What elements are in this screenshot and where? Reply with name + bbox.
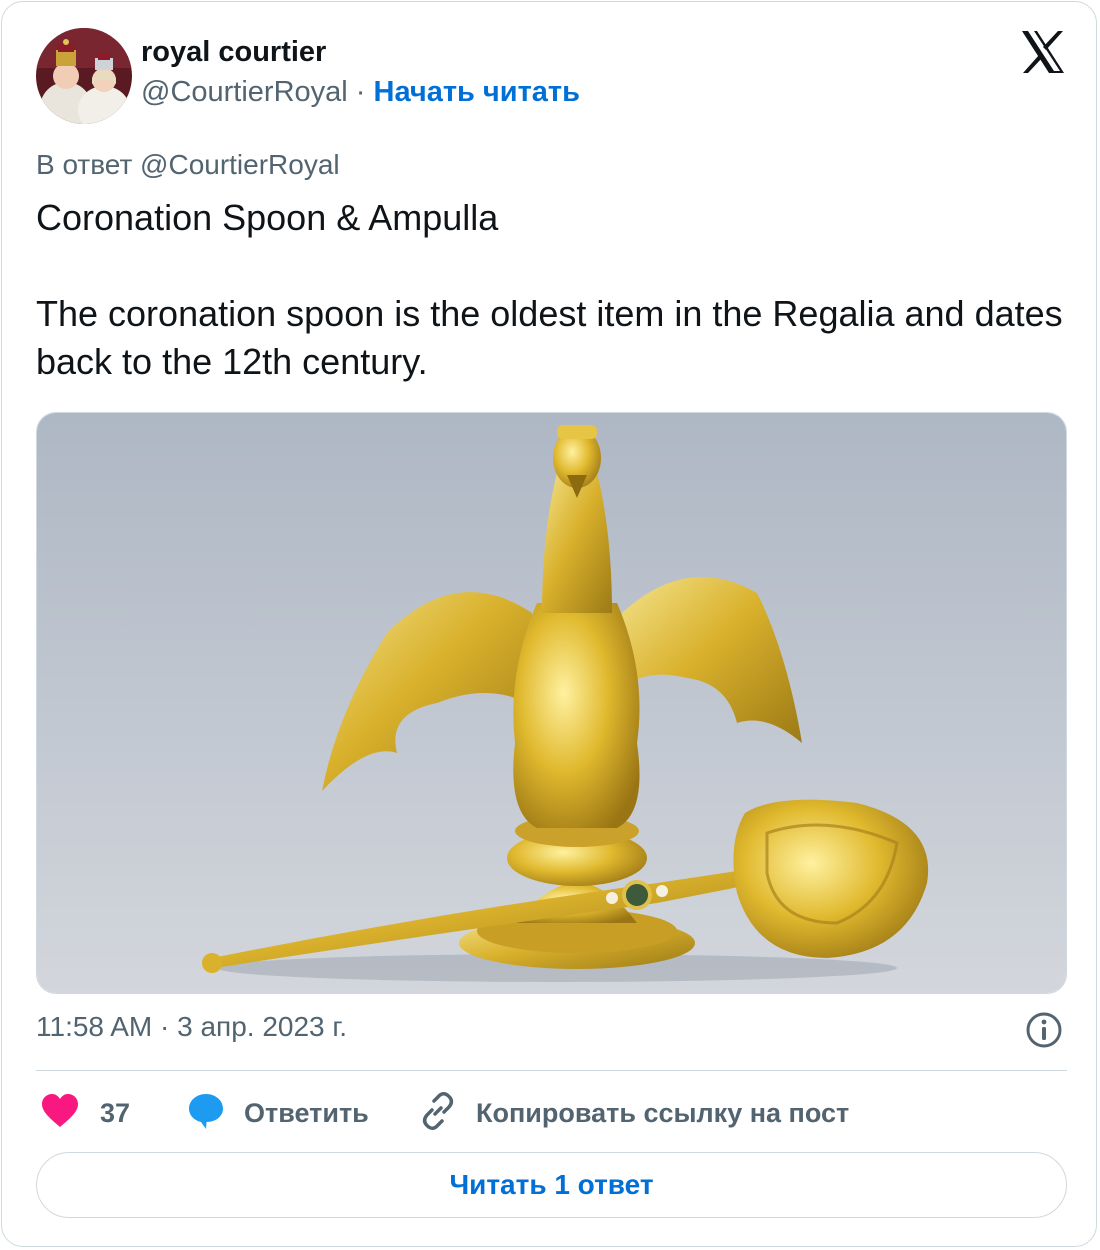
heart-icon — [40, 1093, 80, 1134]
link-icon — [418, 1091, 458, 1136]
follow-button[interactable]: Начать читать — [374, 76, 580, 108]
separator-dot: · — [355, 76, 366, 108]
author-handle-row: @CourtierRoyal · Начать читать — [141, 76, 580, 109]
tweet-text: Coronation Spoon & Ampulla The coronatio… — [36, 194, 1076, 386]
info-icon[interactable] — [1024, 1010, 1064, 1050]
reply-button[interactable]: Ответить — [186, 1088, 369, 1138]
avatar[interactable] — [36, 28, 132, 124]
tweet-card: royal courtier @CourtierRoyal · Начать ч… — [1, 1, 1097, 1247]
x-logo-icon[interactable] — [1020, 30, 1066, 74]
reply-to-label[interactable]: В ответ @CourtierRoyal — [36, 149, 340, 181]
read-replies-button[interactable]: Читать 1 ответ — [36, 1152, 1067, 1218]
copy-link-button[interactable]: Копировать ссылку на пост — [418, 1088, 849, 1138]
speech-bubble-icon — [186, 1091, 226, 1136]
timestamp-link[interactable]: 11:58 AM · 3 апр. 2023 г. — [36, 1011, 347, 1043]
author-handle[interactable]: @CourtierRoyal — [141, 76, 348, 108]
tweet-title-line: Coronation Spoon & Ampulla — [36, 197, 499, 238]
like-button[interactable]: 37 — [40, 1088, 130, 1138]
action-bar: 37 Ответить Копировать ссылку на пост — [36, 1088, 1067, 1138]
like-count: 37 — [100, 1097, 131, 1128]
reply-label: Ответить — [244, 1097, 369, 1128]
tweet-body: The coronation spoon is the oldest item … — [36, 293, 1063, 382]
tweet-image[interactable] — [36, 412, 1067, 994]
copy-link-label: Копировать ссылку на пост — [476, 1097, 850, 1128]
divider — [36, 1070, 1067, 1071]
author-name[interactable]: royal courtier — [141, 36, 326, 69]
